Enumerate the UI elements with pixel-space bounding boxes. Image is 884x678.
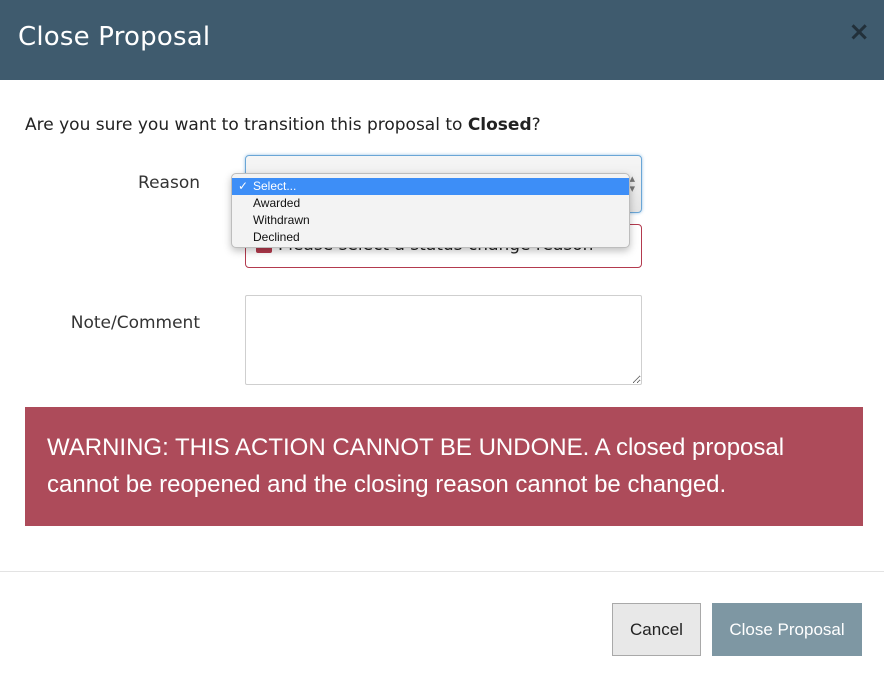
select-arrows-icon: ▴ ▾ bbox=[629, 172, 635, 195]
reason-option-withdrawn[interactable]: Withdrawn bbox=[232, 212, 629, 229]
reason-option-label: Declined bbox=[253, 230, 300, 244]
question-suffix: ? bbox=[531, 115, 541, 135]
reason-option-label: Select... bbox=[253, 179, 297, 193]
close-icon[interactable]: × bbox=[848, 18, 870, 46]
reason-dropdown-menu: ✓ Select... Awarded Withdrawn Declined bbox=[231, 173, 630, 248]
confirm-question: Are you sure you want to transition this… bbox=[25, 115, 541, 135]
question-status: Closed bbox=[467, 115, 532, 135]
reason-option-select[interactable]: ✓ Select... bbox=[232, 178, 629, 195]
warning-banner: WARNING: THIS ACTION CANNOT BE UNDONE. A… bbox=[25, 407, 863, 526]
cancel-button[interactable]: Cancel bbox=[612, 603, 701, 656]
note-label: Note/Comment bbox=[70, 313, 200, 333]
note-textarea[interactable] bbox=[245, 295, 642, 385]
footer-divider bbox=[0, 571, 884, 572]
question-prefix: Are you sure you want to transition this… bbox=[25, 115, 468, 135]
close-proposal-button[interactable]: Close Proposal bbox=[712, 603, 862, 656]
reason-option-label: Withdrawn bbox=[253, 213, 310, 227]
reason-label: Reason bbox=[138, 173, 200, 193]
checkmark-icon: ✓ bbox=[238, 179, 249, 193]
warning-text: WARNING: THIS ACTION CANNOT BE UNDONE. A… bbox=[47, 434, 785, 498]
reason-option-declined[interactable]: Declined bbox=[232, 229, 629, 246]
reason-option-label: Awarded bbox=[253, 196, 301, 210]
reason-option-awarded[interactable]: Awarded bbox=[232, 195, 629, 212]
modal-title: Close Proposal bbox=[18, 22, 211, 52]
modal-header: Close Proposal × bbox=[0, 0, 884, 80]
